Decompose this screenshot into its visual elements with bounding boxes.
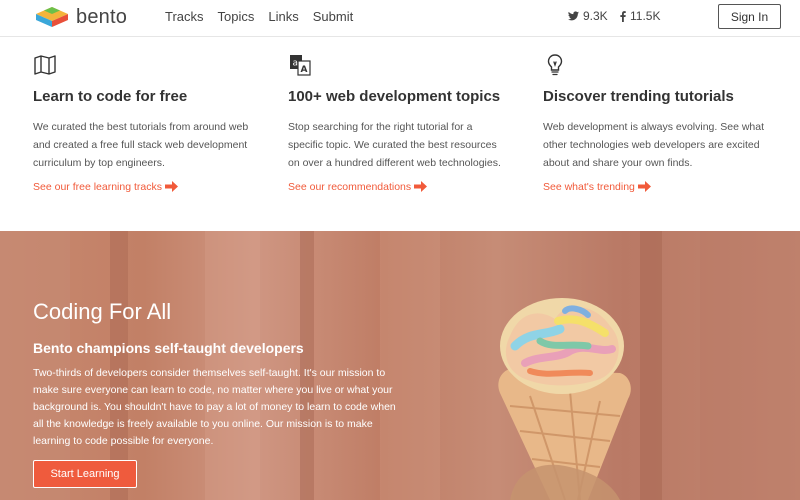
facebook-link[interactable]: 11.5K (620, 9, 660, 23)
svg-text:a: a (293, 59, 299, 69)
arrow-right-icon (164, 181, 178, 192)
nav-topics[interactable]: Topics (218, 9, 255, 24)
facebook-icon (620, 10, 626, 22)
ice-cream-image (498, 298, 631, 500)
nav-tracks[interactable]: Tracks (165, 9, 204, 24)
feature-link-recommendations[interactable]: See our recommendations (288, 180, 428, 193)
nav-links[interactable]: Links (268, 9, 298, 24)
feature-title: Discover trending tutorials (543, 88, 734, 105)
features-section: Learn to code for free We curated the be… (0, 38, 800, 231)
main-nav: Tracks Topics Links Submit (165, 9, 353, 24)
sign-in-button[interactable]: Sign In (718, 4, 781, 29)
logo[interactable]: bento (34, 5, 127, 29)
feature-link-tracks[interactable]: See our free learning tracks (33, 180, 179, 193)
feature-body: Web development is always evolving. See … (543, 121, 765, 169)
hero-section: Coding For All Bento champions self-taug… (0, 231, 800, 500)
feature-body: We curated the best tutorials from aroun… (33, 121, 249, 169)
lightbulb-icon (547, 54, 563, 76)
feature-link-label: See our free learning tracks (33, 180, 162, 193)
translate-icon: a A (290, 55, 311, 76)
hero-title: Coding For All (33, 299, 172, 324)
feature-title: 100+ web development topics (288, 88, 501, 105)
start-learning-button[interactable]: Start Learning (33, 460, 137, 488)
hero-subtitle: Bento champions self-taught developers (33, 340, 304, 356)
feature-link-trending[interactable]: See what's trending (543, 180, 652, 193)
top-navbar: bento Tracks Topics Links Submit 9.3K 11… (0, 0, 800, 37)
logo-text: bento (76, 5, 128, 28)
nav-submit[interactable]: Submit (313, 9, 353, 24)
arrow-right-icon (414, 181, 428, 192)
twitter-link[interactable]: 9.3K (568, 9, 608, 23)
feature-trending: Discover trending tutorials Web developm… (543, 53, 765, 193)
twitter-count: 9.3K (583, 9, 608, 23)
bento-logo-icon (36, 7, 68, 27)
feature-title: Learn to code for free (33, 88, 188, 105)
twitter-icon (568, 11, 579, 21)
arrow-right-icon (637, 181, 651, 192)
feature-body: Stop searching for the right tutorial fo… (288, 121, 501, 169)
hero-body: Two-thirds of developers consider themse… (33, 367, 396, 447)
feature-topics: a A 100+ web development topics Stop sea… (288, 53, 508, 193)
feature-link-label: See our recommendations (288, 180, 412, 193)
map-icon (34, 55, 56, 75)
svg-text:A: A (301, 65, 308, 75)
feature-learn: Learn to code for free We curated the be… (33, 53, 253, 193)
facebook-count: 11.5K (630, 9, 661, 23)
feature-link-label: See what's trending (543, 180, 635, 193)
